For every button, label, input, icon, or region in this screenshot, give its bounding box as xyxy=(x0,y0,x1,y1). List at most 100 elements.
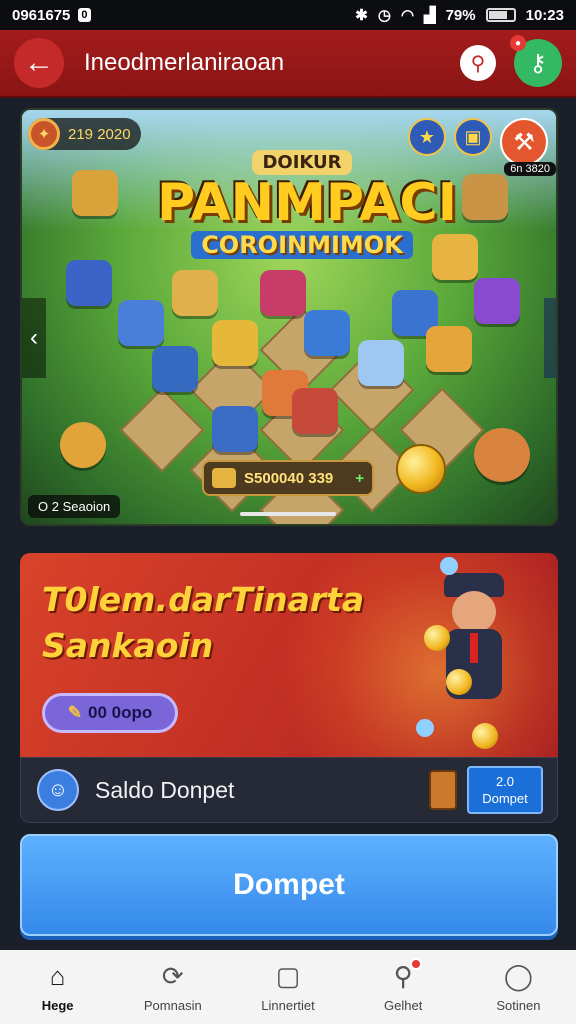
gift-button[interactable]: ▣ xyxy=(454,118,492,156)
game-building xyxy=(462,174,508,220)
nav-item-linnertiet[interactable]: ▢ Linnertiet xyxy=(230,950,345,1024)
gift-icon: ▣ xyxy=(464,126,482,147)
medal-icon: ✦ xyxy=(28,118,60,150)
wallet-button[interactable]: 2.0 Dompet xyxy=(467,766,543,814)
clock: 10:23 xyxy=(525,6,564,24)
notification-badge: 0 xyxy=(78,8,91,22)
game-banner[interactable]: DOIKUR PANMPACI COROINMIMOK ✦ 219 2020 ★… xyxy=(20,108,558,526)
search-icon: ⚲ xyxy=(388,957,423,992)
game-logo-top: DOIKUR xyxy=(252,150,352,175)
notification-dot xyxy=(410,957,423,970)
game-pet xyxy=(474,428,530,482)
hammer-icon: ⚒ xyxy=(513,128,535,156)
wallet-amount: 2.0 xyxy=(495,774,515,789)
status-text: 0961675 xyxy=(12,6,71,24)
game-unit xyxy=(212,406,258,452)
game-unit xyxy=(292,388,338,434)
battery-percent: 79% xyxy=(445,6,476,24)
promo-title-line1: T0lem.darTinarta xyxy=(42,580,365,619)
promo-button[interactable]: ✎ 00 0opo xyxy=(42,693,178,733)
refresh-gear-icon: ⟳ xyxy=(161,961,184,991)
status-bar: 0961675 0 ✱ ◷ ◠ ▟ 79% 10:23 xyxy=(0,0,576,30)
game-unit xyxy=(358,340,404,386)
score-value: 219 2020 xyxy=(68,125,131,143)
coin-balance-bar: S500040 339 + xyxy=(202,460,374,496)
back-arrow-icon: ← xyxy=(24,46,54,79)
wallet-balance-row[interactable]: ☺ Saldo Donpet 2.0 Dompet xyxy=(20,757,558,823)
signal-icon: ▟ xyxy=(424,7,436,24)
banner-footer-label: O 2 Seaoion xyxy=(28,495,121,518)
treasure-chest-icon xyxy=(429,770,457,810)
board-tile xyxy=(119,387,205,473)
user-avatar: ☺ xyxy=(37,769,79,811)
coin-icon xyxy=(396,444,446,494)
game-unit xyxy=(474,278,520,324)
event-timer-badge: 6n 3820 xyxy=(504,162,556,176)
coin-icon xyxy=(424,625,450,651)
star-button[interactable]: ★ xyxy=(408,118,446,156)
game-pet xyxy=(60,422,106,468)
key-icon: ⚷ xyxy=(529,49,547,77)
gold-bar-icon xyxy=(212,468,236,488)
promo-title-line2: Sankaoin xyxy=(42,626,214,665)
banner-top-icons: ★ ▣ ⚒ xyxy=(408,118,548,166)
wifi-icon: ◠ xyxy=(400,7,415,24)
nav-label: Pomnasin xyxy=(143,997,202,1013)
game-logo: DOIKUR PANMPACI COROINMIMOK xyxy=(157,150,457,259)
nav-item-home[interactable]: ⌂ Hege xyxy=(0,950,115,1024)
coin-balance: S500040 339 xyxy=(244,469,334,487)
promo-button-label: 00 0opo xyxy=(88,703,153,722)
chevron-left-icon: ‹ xyxy=(30,324,38,351)
dompet-button-label: Dompet xyxy=(233,868,345,901)
game-building xyxy=(72,170,118,216)
bluetooth-icon: ✱ xyxy=(355,7,368,24)
carousel-prev-button[interactable]: ‹ xyxy=(22,298,46,378)
nav-item-pomnasin[interactable]: ⟳ Pomnasin xyxy=(115,950,230,1024)
home-icon: ⌂ xyxy=(49,961,66,991)
nav-label: Hege xyxy=(41,997,74,1013)
alarm-icon: ◷ xyxy=(377,7,391,24)
coin-icon xyxy=(446,669,472,695)
nav-label: Linnertiet xyxy=(261,997,315,1013)
bottom-navigation: ⌂ Hege ⟳ Pomnasin ▢ Linnertiet ⚲ Gelhet … xyxy=(0,950,576,1024)
back-button[interactable]: ← xyxy=(14,38,64,88)
mascot-character xyxy=(426,573,536,733)
nav-label: Sotinen xyxy=(496,997,541,1013)
pencil-icon: ✎ xyxy=(67,703,82,722)
game-unit xyxy=(426,326,472,372)
orb-icon xyxy=(416,719,434,737)
game-unit xyxy=(260,270,306,316)
orb-icon xyxy=(440,557,458,575)
hammer-button[interactable]: ⚒ xyxy=(500,118,548,166)
app-header: ← Ineodmerlaniraoan ⚲ ● ⚷ xyxy=(0,30,576,98)
search-button[interactable]: ⚲ xyxy=(460,45,496,81)
promo-title: T0lem.darTinarta Sankaoin xyxy=(42,577,364,669)
coin-icon xyxy=(472,723,498,749)
game-logo-tag: COROINMIMOK xyxy=(191,231,413,259)
score-pill: ✦ 219 2020 xyxy=(28,118,141,150)
carousel-indicator xyxy=(240,512,336,516)
nav-label: Gelhet xyxy=(384,997,423,1013)
promo-card[interactable]: T0lem.darTinarta Sankaoin ✎ 00 0opo xyxy=(20,553,558,757)
game-unit xyxy=(172,270,218,316)
profile-avatar-button[interactable]: ● ⚷ xyxy=(510,35,562,87)
game-unit xyxy=(304,310,350,356)
add-coins-button[interactable]: + xyxy=(355,470,364,487)
game-unit xyxy=(212,320,258,366)
game-unit xyxy=(118,300,164,346)
star-icon: ★ xyxy=(418,126,436,147)
notification-dot: ● xyxy=(510,35,526,51)
wallet-button-label: Dompet xyxy=(482,791,528,806)
carousel-next-button[interactable] xyxy=(544,298,556,378)
search-icon: ⚲ xyxy=(470,52,486,75)
dompet-button[interactable]: Dompet xyxy=(20,834,558,936)
battery-icon xyxy=(485,8,516,22)
wallet-balance-label: Saldo Donpet xyxy=(95,776,235,803)
page-title: Ineodmerlaniraoan xyxy=(84,49,285,76)
game-logo-main: PANMPACI xyxy=(157,173,457,233)
nav-item-sotinen[interactable]: ◯ Sotinen xyxy=(461,950,576,1024)
square-icon: ▢ xyxy=(275,961,301,991)
game-unit xyxy=(66,260,112,306)
profile-icon: ◯ xyxy=(503,961,533,991)
nav-item-gelhet[interactable]: ⚲ Gelhet xyxy=(346,950,461,1024)
